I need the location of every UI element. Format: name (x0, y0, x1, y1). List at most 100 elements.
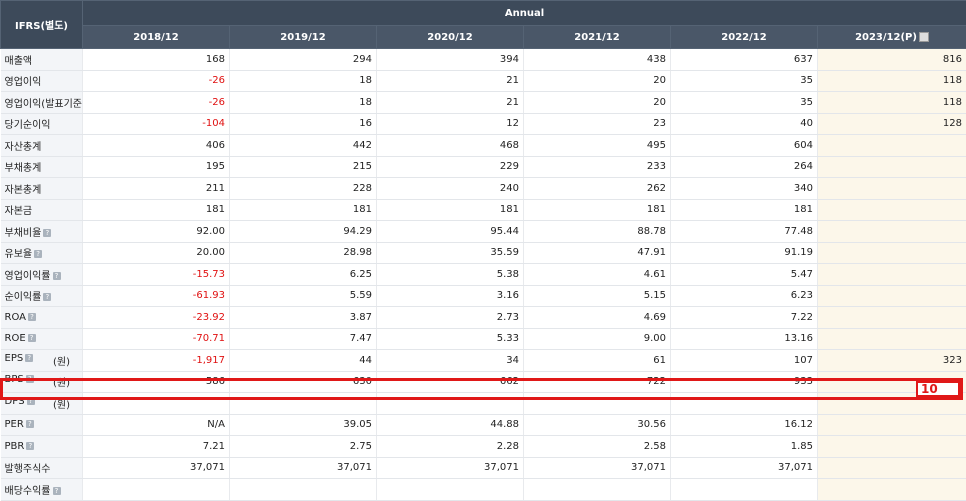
value-cell: 6.23 (671, 285, 818, 307)
row-label: 순이익률 (5, 292, 42, 303)
value-cell: 2.58 (524, 436, 671, 458)
value-cell: 30.56 (524, 414, 671, 436)
value-cell: 2.73 (377, 307, 524, 329)
value-cell: 181 (377, 199, 524, 221)
value-cell: 5.38 (377, 264, 524, 286)
row-label-cell: 부채총계 (1, 156, 83, 178)
value-cell (818, 436, 966, 458)
help-icon[interactable]: ? (28, 334, 36, 342)
value-cell: 495 (524, 135, 671, 157)
value-cell: -26 (83, 70, 230, 92)
value-cell (524, 393, 671, 415)
help-icon[interactable]: ? (26, 420, 34, 428)
table-row: ROA?-23.923.872.734.697.22 (1, 307, 966, 329)
value-cell: 933 (671, 371, 818, 393)
value-cell: 816 (818, 49, 966, 71)
value-cell: 2.75 (230, 436, 377, 458)
value-cell: 394 (377, 49, 524, 71)
row-label: EPS (5, 353, 24, 364)
estimate-info-icon[interactable] (919, 32, 929, 42)
value-cell (671, 393, 818, 415)
row-label-cell: 영업이익 (1, 70, 83, 92)
row-label: 매출액 (5, 56, 33, 67)
value-cell: 77.48 (671, 221, 818, 243)
value-cell (818, 307, 966, 329)
table-row: PER?N/A39.0544.8830.5616.12 (1, 414, 966, 436)
row-label: ROE (5, 333, 26, 344)
value-cell: 20.00 (83, 242, 230, 264)
value-cell: 37,071 (524, 457, 671, 479)
help-icon[interactable]: ? (26, 375, 34, 383)
value-cell (818, 328, 966, 350)
value-cell: 35.59 (377, 242, 524, 264)
value-cell: 262 (524, 178, 671, 200)
value-cell (818, 264, 966, 286)
help-icon[interactable]: ? (25, 354, 33, 362)
table-row: 부채총계195215229233264 (1, 156, 966, 178)
row-label: 자본총계 (5, 185, 42, 196)
value-cell: 20 (524, 92, 671, 114)
value-cell: 4.69 (524, 307, 671, 329)
help-icon[interactable]: ? (28, 313, 36, 321)
value-cell: 228 (230, 178, 377, 200)
row-label-cell: 발행주식수 (1, 457, 83, 479)
help-icon[interactable]: ? (43, 229, 51, 237)
help-icon[interactable]: ? (53, 272, 61, 280)
value-cell: 7.21 (83, 436, 230, 458)
value-cell (818, 479, 966, 501)
table-row: EPS?(원)-1,917443461107323 (1, 350, 966, 372)
table-corner-header: IFRS(별도) (1, 1, 83, 49)
row-label-cell: 영업이익(발표기준) (1, 92, 83, 114)
help-icon[interactable]: ? (34, 250, 42, 258)
row-label: 부채총계 (5, 163, 42, 174)
value-cell: 39.05 (230, 414, 377, 436)
value-cell: 9.00 (524, 328, 671, 350)
value-cell: 181 (524, 199, 671, 221)
value-cell (524, 479, 671, 501)
table-row: 당기순이익-10416122340128 (1, 113, 966, 135)
value-cell: 37,071 (230, 457, 377, 479)
value-cell: 18 (230, 70, 377, 92)
value-cell: 637 (671, 49, 818, 71)
value-cell: 3.87 (230, 307, 377, 329)
value-cell: 23 (524, 113, 671, 135)
value-cell: 37,071 (83, 457, 230, 479)
value-cell: 468 (377, 135, 524, 157)
value-cell: 442 (230, 135, 377, 157)
value-cell: 16.12 (671, 414, 818, 436)
help-icon[interactable]: ? (27, 397, 35, 405)
value-cell: 438 (524, 49, 671, 71)
table-row: DPS?(원) (1, 393, 966, 415)
value-cell: 233 (524, 156, 671, 178)
row-label-cell: 영업이익률? (1, 264, 83, 286)
value-cell: 21 (377, 92, 524, 114)
value-cell: 37,071 (377, 457, 524, 479)
value-cell: -15.73 (83, 264, 230, 286)
help-icon[interactable]: ? (26, 442, 34, 450)
value-cell: 35 (671, 92, 818, 114)
value-cell: 5.59 (230, 285, 377, 307)
value-cell: 586 (83, 371, 230, 393)
help-icon[interactable]: ? (43, 293, 51, 301)
value-cell: 240 (377, 178, 524, 200)
year-header-0: 2018/12 (83, 26, 230, 49)
help-icon[interactable]: ? (53, 487, 61, 495)
row-label-cell: PBR? (1, 436, 83, 458)
year-label: 2021/12 (574, 32, 619, 43)
year-label: 2023/12(P) (855, 32, 917, 43)
value-cell: 94.29 (230, 221, 377, 243)
value-cell: 44.88 (377, 414, 524, 436)
table-row: 배당수익률? (1, 479, 966, 501)
row-label-cell: 유보율? (1, 242, 83, 264)
table-row: BPS?(원)586630662722933 (1, 371, 966, 393)
value-cell: 34 (377, 350, 524, 372)
year-header-3: 2021/12 (524, 26, 671, 49)
value-cell: 215 (230, 156, 377, 178)
value-cell: 92.00 (83, 221, 230, 243)
value-cell: 37,071 (671, 457, 818, 479)
value-cell: 107 (671, 350, 818, 372)
value-cell: 5.33 (377, 328, 524, 350)
value-cell: 195 (83, 156, 230, 178)
row-label: 당기순이익 (5, 120, 51, 131)
value-cell (818, 135, 966, 157)
